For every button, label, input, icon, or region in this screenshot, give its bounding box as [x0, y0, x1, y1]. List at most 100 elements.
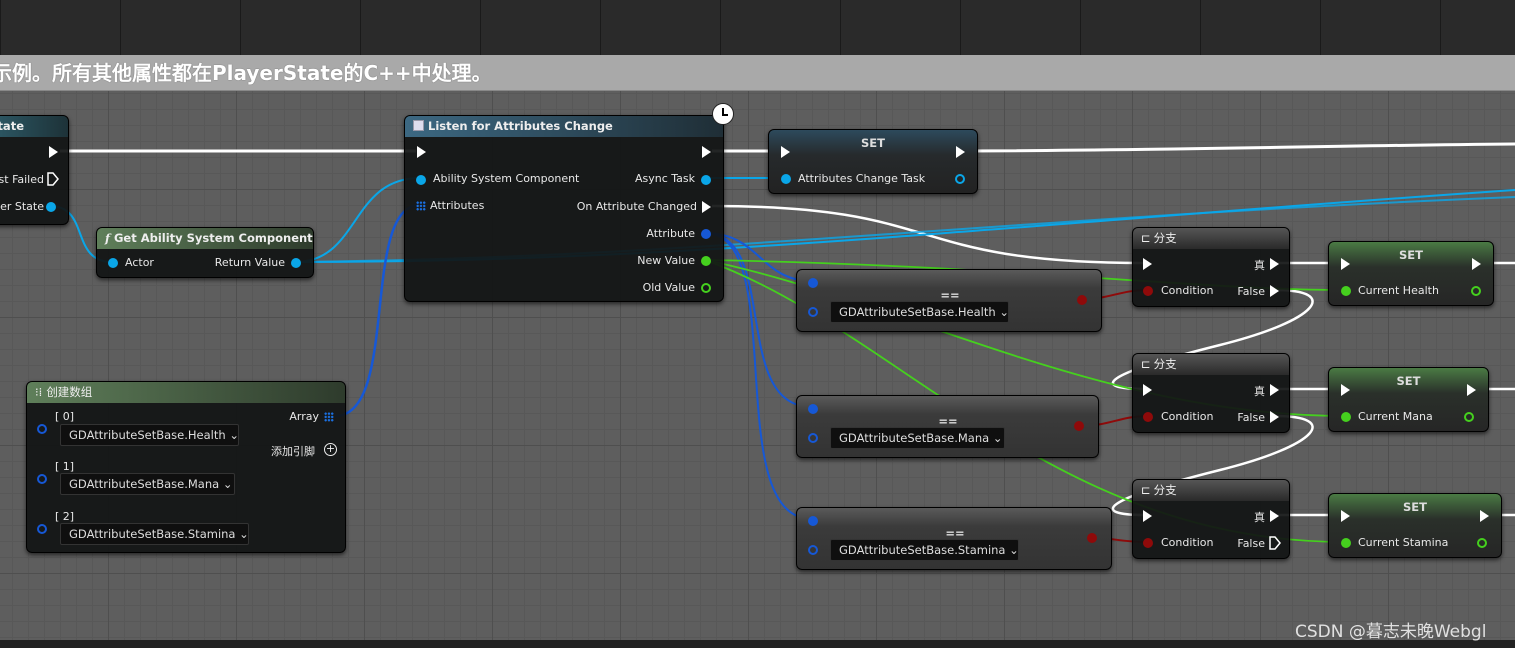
array-out-pin[interactable] [324, 412, 334, 422]
exec-in-pin[interactable] [1341, 510, 1350, 522]
array-item-pin[interactable] [37, 424, 47, 434]
make-array-node[interactable]: ⁝⁞ 创建数组 Array 添加引脚 + [ 0] GDAttributeSetB… [26, 381, 346, 553]
chevron-down-icon: ⌄ [229, 428, 239, 442]
exec-in-pin[interactable] [417, 146, 426, 158]
exec-in-pin[interactable] [781, 146, 790, 158]
node-title: SET [1396, 374, 1421, 388]
make-array-icon: ⁝⁞ [35, 385, 43, 399]
attribute-b-pin[interactable] [808, 307, 818, 317]
chevron-down-icon: ⌄ [222, 477, 233, 491]
attribute-out-pin[interactable] [701, 229, 711, 239]
true-exec-pin[interactable] [1270, 510, 1279, 522]
pin-label: Attributes [430, 199, 485, 212]
actor-in-pin[interactable] [108, 258, 118, 268]
set-current-stamina-node[interactable]: SET Current Stamina [1328, 493, 1502, 558]
comment-box-header[interactable]: 示例。所有其他属性都在PlayerState的C++中处理。 [0, 55, 1515, 91]
set-current-health-node[interactable]: SET Current Health [1328, 241, 1494, 306]
bool-out-pin[interactable] [1074, 421, 1084, 431]
attribute-a-pin[interactable] [808, 404, 818, 414]
attribute-dropdown[interactable]: GDAttributeSetBase.Health ⌄ [830, 301, 1009, 323]
exec-out-pin[interactable] [1467, 384, 1476, 396]
false-exec-pin[interactable] [1270, 411, 1279, 423]
array-item-pin[interactable] [37, 474, 47, 484]
cast-failed-exec-pin[interactable] [47, 172, 59, 186]
task-in-pin[interactable] [781, 174, 791, 184]
value-in-pin[interactable] [1341, 412, 1351, 422]
exec-out-pin[interactable] [702, 146, 711, 158]
array-item-pin[interactable] [37, 524, 47, 534]
task-out-pin[interactable] [955, 174, 965, 184]
condition-pin[interactable] [1143, 538, 1153, 548]
node-title: 创建数组 [46, 385, 93, 399]
exec-in-pin[interactable] [1143, 258, 1152, 270]
false-exec-pin[interactable] [1269, 536, 1281, 550]
false-exec-pin[interactable] [1270, 285, 1279, 297]
set-attributes-change-task-node[interactable]: SET Attributes Change Task [768, 129, 978, 194]
value-in-pin[interactable] [1341, 538, 1351, 548]
node-header: ⊏ 分支 [1133, 228, 1289, 249]
on-attribute-changed-pin[interactable] [702, 201, 711, 213]
true-label: 真 [1254, 511, 1265, 524]
pin-label: st Failed [0, 173, 44, 186]
exec-in-pin[interactable] [1143, 384, 1152, 396]
pin-label: Current Mana [1358, 410, 1433, 423]
array-pin-icon[interactable] [416, 201, 426, 211]
pin-label: Condition [1161, 410, 1214, 423]
add-pin-label[interactable]: 添加引脚 [271, 443, 315, 459]
attribute-b-pin[interactable] [808, 545, 818, 555]
attribute-dropdown[interactable]: GDAttributeSetBase.Mana ⌄ [60, 473, 235, 495]
dropdown-value: GDAttributeSetBase.Mana [69, 477, 220, 491]
dropdown-value: GDAttributeSetBase.Health [839, 305, 996, 319]
asc-in-pin[interactable] [416, 175, 426, 185]
attribute-a-pin[interactable] [808, 516, 818, 526]
attribute-dropdown[interactable]: GDAttributeSetBase.Mana ⌄ [830, 427, 1005, 449]
pin-label: Current Stamina [1358, 536, 1449, 549]
value-out-pin[interactable] [1477, 538, 1487, 548]
attribute-a-pin[interactable] [808, 278, 818, 288]
equals-node[interactable]: == GDAttributeSetBase.Health ⌄ [796, 269, 1102, 332]
exec-out-pin[interactable] [49, 146, 58, 158]
branch-node[interactable]: ⊏ 分支 真 Condition False [1132, 353, 1290, 433]
branch-icon: ⊏ [1141, 483, 1151, 497]
bool-out-pin[interactable] [1087, 533, 1097, 543]
exec-out-pin[interactable] [1472, 258, 1481, 270]
equals-node[interactable]: == GDAttributeSetBase.Stamina ⌄ [796, 507, 1112, 570]
player-state-out-pin[interactable] [46, 202, 56, 212]
value-out-pin[interactable] [1471, 286, 1481, 296]
true-exec-pin[interactable] [1270, 384, 1279, 396]
function-icon: f [105, 231, 110, 245]
node-title: SET [1399, 248, 1423, 262]
condition-pin[interactable] [1143, 412, 1153, 422]
listen-for-attributes-change-node[interactable]: Listen for Attributes Change Ability Sys… [404, 115, 724, 302]
exec-in-pin[interactable] [1341, 384, 1350, 396]
condition-pin[interactable] [1143, 286, 1153, 296]
set-current-mana-node[interactable]: SET Current Mana [1328, 367, 1489, 432]
get-player-state-node[interactable]: State st Failed er State [0, 115, 69, 225]
add-pin-icon[interactable]: + [324, 443, 337, 456]
branch-node[interactable]: ⊏ 分支 真 Condition False [1132, 227, 1290, 307]
async-task-pin[interactable] [701, 175, 711, 185]
attribute-dropdown[interactable]: GDAttributeSetBase.Stamina ⌄ [830, 539, 1019, 561]
get-ability-system-component-node[interactable]: f Get Ability System Component Actor Retu… [96, 227, 314, 278]
value-in-pin[interactable] [1341, 286, 1351, 296]
exec-out-pin[interactable] [1480, 510, 1489, 522]
pin-label: Array [289, 410, 319, 423]
pin-label: New Value [637, 254, 695, 267]
new-value-pin[interactable] [701, 256, 711, 266]
return-value-pin[interactable] [291, 258, 301, 268]
true-exec-pin[interactable] [1270, 258, 1279, 270]
equals-node[interactable]: == GDAttributeSetBase.Mana ⌄ [796, 395, 1099, 458]
attribute-dropdown[interactable]: GDAttributeSetBase.Health ⌄ [60, 424, 239, 446]
exec-in-pin[interactable] [1143, 510, 1152, 522]
old-value-pin[interactable] [701, 283, 711, 293]
watermark: CSDN @暮志未晚Webgl [1295, 622, 1487, 642]
exec-out-pin[interactable] [956, 146, 965, 158]
attribute-b-pin[interactable] [808, 433, 818, 443]
bool-out-pin[interactable] [1077, 295, 1087, 305]
chevron-down-icon: ⌄ [999, 305, 1009, 319]
exec-in-pin[interactable] [1341, 258, 1350, 270]
attribute-dropdown[interactable]: GDAttributeSetBase.Stamina ⌄ [60, 523, 249, 545]
branch-node[interactable]: ⊏ 分支 真 Condition False [1132, 479, 1290, 559]
value-out-pin[interactable] [1464, 412, 1474, 422]
node-header: Listen for Attributes Change [405, 116, 723, 137]
